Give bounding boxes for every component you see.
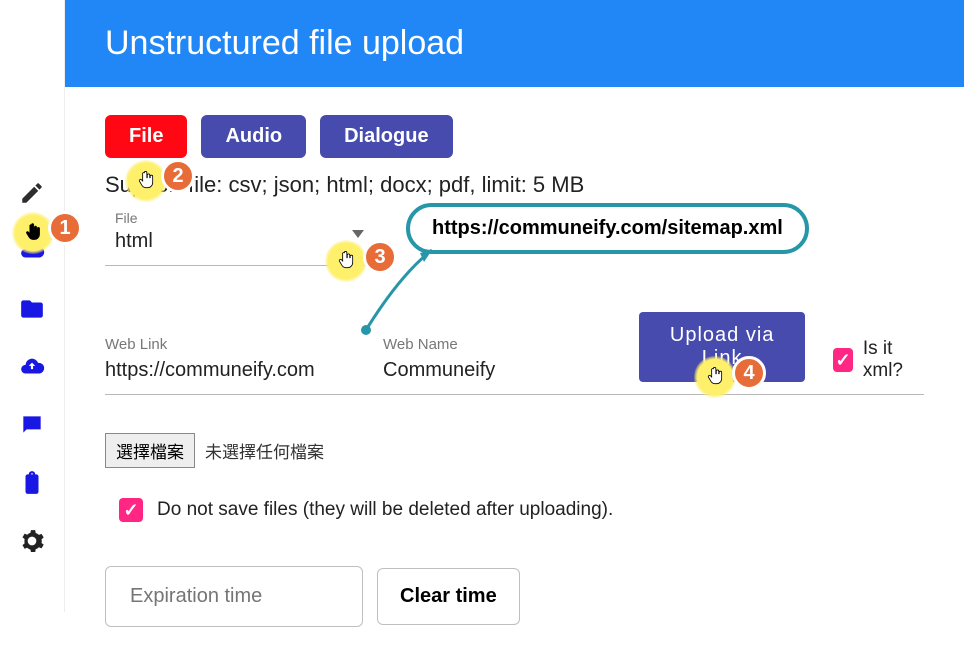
web-name-label: Web Name [383, 336, 613, 353]
sidebar [0, 0, 65, 612]
no-save-checkbox[interactable]: ✓ [119, 498, 143, 522]
callout-bubble: https://communeify.com/sitemap.xml [406, 203, 809, 254]
gear-icon[interactable] [19, 528, 45, 554]
file-picker-row: 選擇檔案 未選擇任何檔案 [105, 433, 924, 468]
expiration-input[interactable] [105, 566, 363, 627]
chevron-down-icon [352, 230, 364, 238]
upload-via-link-button[interactable]: Upload via Link [639, 312, 805, 382]
is-xml-checkbox[interactable]: ✓ [833, 348, 853, 372]
is-xml-label: Is it xml? [863, 338, 924, 382]
upload-icon[interactable] [19, 354, 45, 380]
no-save-label: Do not save files (they will be deleted … [157, 499, 613, 521]
web-link-value: https://communeify.com [105, 359, 365, 382]
file-type-label: File [115, 210, 370, 226]
web-link-label: Web Link [105, 336, 365, 353]
no-save-row: ✓ Do not save files (they will be delete… [119, 498, 924, 522]
page-title: Unstructured file upload [65, 0, 964, 87]
web-name-value: Communeify [383, 359, 613, 382]
tab-dialogue[interactable]: Dialogue [320, 115, 452, 158]
edit-icon[interactable] [19, 180, 45, 206]
support-text: Support file: csv; json; html; docx; pdf… [105, 172, 924, 198]
choose-file-status: 未選擇任何檔案 [205, 438, 324, 463]
web-link-field[interactable]: Web Link https://communeify.com [105, 336, 365, 382]
file-type-value: html [115, 230, 370, 253]
is-xml-group: ✓ Is it xml? [833, 338, 924, 382]
content-area: File Audio Dialogue Support file: csv; j… [65, 87, 964, 647]
cloud-icon[interactable] [19, 238, 45, 264]
tab-file[interactable]: File [105, 115, 187, 158]
clear-time-button[interactable]: Clear time [377, 568, 520, 625]
folder-icon[interactable] [19, 296, 45, 322]
message-icon[interactable] [19, 412, 45, 438]
expire-row: Clear time [105, 566, 924, 627]
choose-file-button[interactable]: 選擇檔案 [105, 433, 195, 468]
web-name-field[interactable]: Web Name Communeify [383, 336, 613, 382]
clipboard-icon[interactable] [19, 470, 45, 496]
link-row: Web Link https://communeify.com Web Name… [105, 312, 924, 395]
tabs-row: File Audio Dialogue [105, 115, 924, 158]
file-type-select[interactable]: File html [105, 204, 370, 266]
main-area: Unstructured file upload File Audio Dial… [65, 0, 964, 612]
tab-audio[interactable]: Audio [201, 115, 306, 158]
